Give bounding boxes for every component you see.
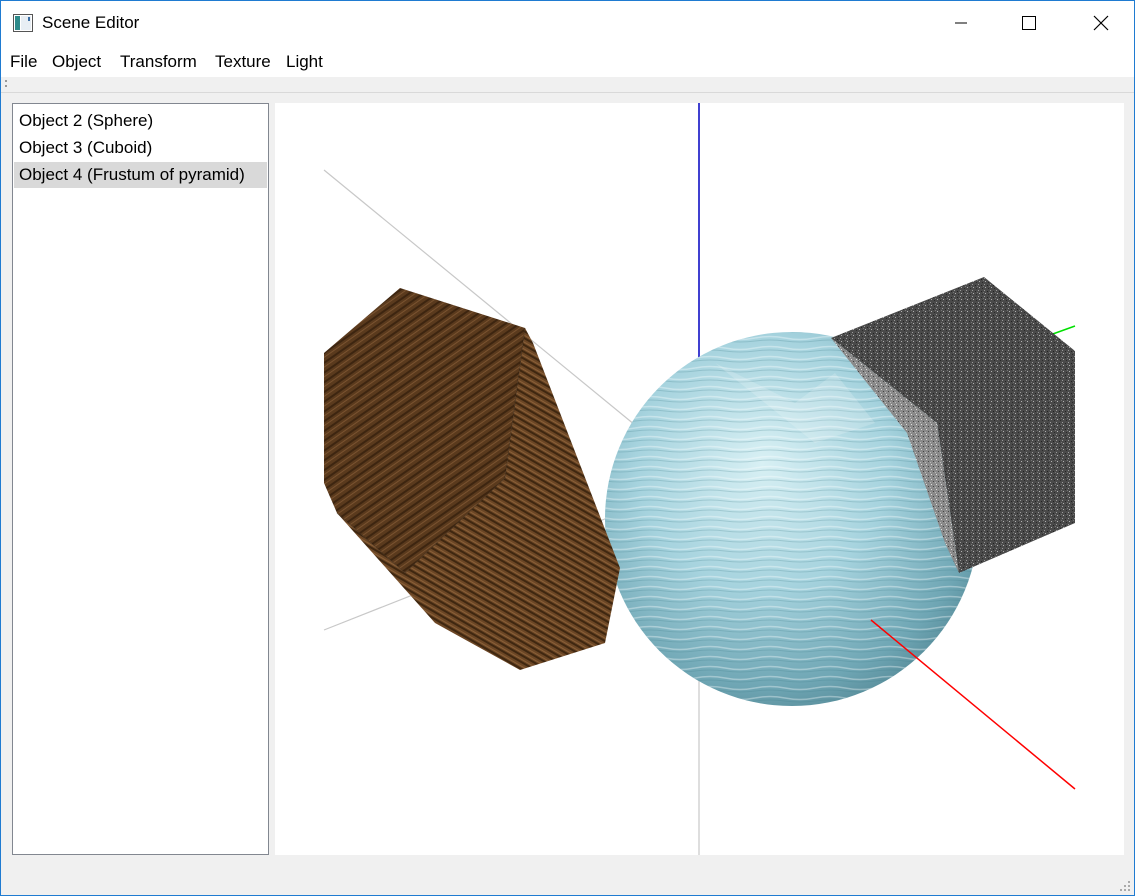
window-title: Scene Editor [42,13,140,32]
x-axis-line [870,619,1076,790]
list-item-object-4[interactable]: Object 4 (Frustum of pyramid) [14,162,267,188]
title-bar[interactable]: Scene Editor [1,1,1134,45]
menu-object[interactable]: Object [52,52,101,72]
menu-texture[interactable]: Texture [215,52,271,72]
maximize-icon [1022,16,1036,30]
toolbar-grip-icon[interactable] [5,79,7,89]
app-icon [13,14,33,32]
minimize-icon [955,22,967,24]
resize-grip-icon[interactable] [1120,881,1130,891]
close-icon [1093,15,1109,31]
3d-viewport[interactable] [275,103,1124,855]
list-item-object-2[interactable]: Object 2 (Sphere) [14,108,267,134]
menu-file[interactable]: File [10,52,37,72]
list-item-object-3[interactable]: Object 3 (Cuboid) [14,135,267,161]
toolbar [1,77,1134,93]
y-axis-line [1049,325,1076,336]
maximize-button[interactable] [1006,1,1052,45]
scene-canvas[interactable] [275,103,1124,855]
minimize-button[interactable] [938,1,984,45]
object-list[interactable]: Object 2 (Sphere) Object 3 (Cuboid) Obje… [12,103,269,855]
menu-transform[interactable]: Transform [120,52,197,72]
close-button[interactable] [1078,1,1124,45]
menu-light[interactable]: Light [286,52,323,72]
scene-editor-window: Scene Editor File Object Transform Textu… [0,0,1135,896]
menu-bar: File Object Transform Texture Light [1,45,1134,77]
